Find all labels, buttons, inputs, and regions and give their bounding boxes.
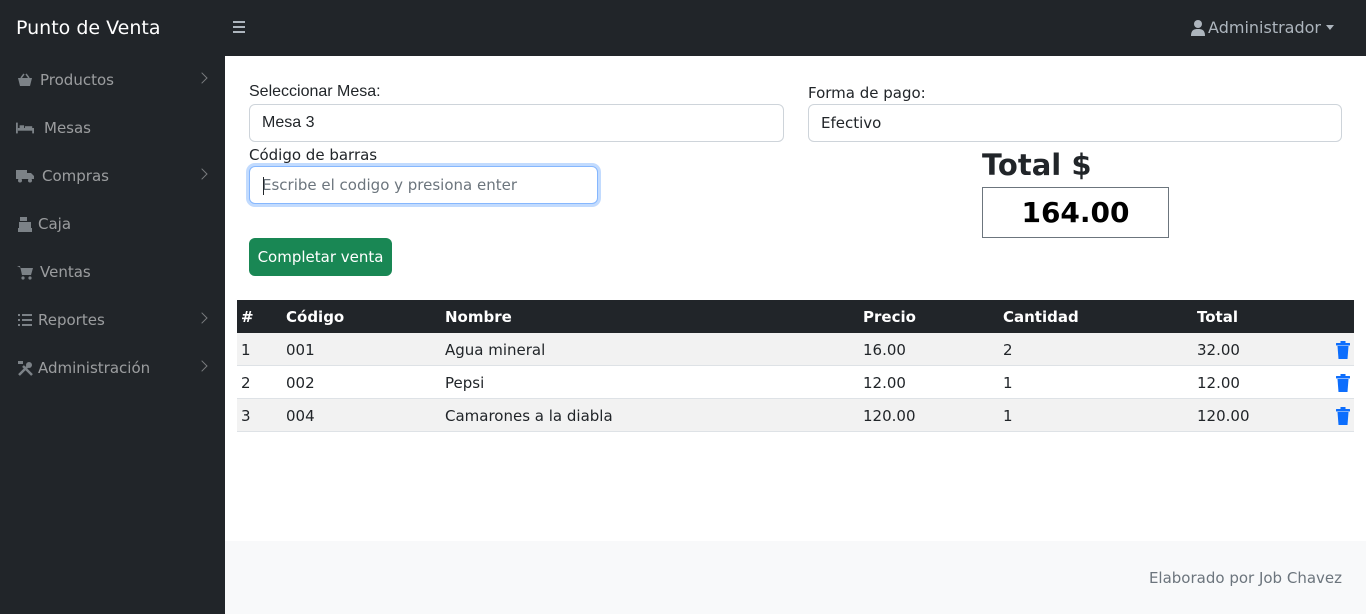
sidebar-toggle-icon[interactable]	[233, 18, 247, 38]
footer: Elaborado por Job Chavez	[225, 541, 1366, 614]
sidebar-item-label: Administración	[38, 359, 151, 377]
chevron-right-icon	[196, 168, 208, 180]
sidebar-item-compras[interactable]: Compras	[0, 156, 225, 196]
top-navbar: Punto de Venta Administrador	[0, 0, 1366, 56]
sidebar-item-label: Productos	[40, 71, 114, 89]
table-cell: 2	[1003, 341, 1013, 359]
table-cell: 002	[286, 374, 315, 392]
trash-icon[interactable]	[1335, 407, 1351, 425]
text-cursor	[263, 177, 264, 195]
bed-icon	[16, 119, 34, 137]
sidebar-item-label: Mesas	[44, 119, 91, 137]
table-row: 1 001 Agua mineral 16.00 2 32.00	[237, 333, 1354, 366]
table-cell: Pepsi	[445, 374, 485, 392]
table-cell: 120.00	[863, 407, 916, 425]
table-cell: 1	[1003, 374, 1013, 392]
user-menu[interactable]: Administrador	[1191, 18, 1334, 37]
table-cell: 12.00	[863, 374, 906, 392]
sidebar-item-administracion[interactable]: Administración	[0, 348, 225, 388]
chevron-right-icon	[196, 312, 208, 324]
barcode-input[interactable]	[262, 176, 597, 194]
brand-title[interactable]: Punto de Venta	[16, 17, 160, 39]
table-row: 3 004 Camarones a la diabla 120.00 1 120…	[237, 399, 1354, 432]
sidebar-item-label: Compras	[42, 167, 109, 185]
table-cell: 001	[286, 341, 315, 359]
barcode-label: Código de barras	[249, 146, 378, 164]
sidebar: Productos Mesas Compras Caja Ventas Repo…	[0, 56, 225, 614]
pago-select[interactable]: Efectivo	[808, 104, 1342, 142]
total-title: Total $	[982, 148, 1092, 182]
user-name: Administrador	[1208, 18, 1321, 37]
sidebar-item-label: Ventas	[40, 263, 91, 281]
sidebar-item-productos[interactable]: Productos	[0, 60, 225, 100]
basket-icon	[16, 71, 34, 89]
table-row: 2 002 Pepsi 12.00 1 12.00	[237, 366, 1354, 399]
sidebar-item-reportes[interactable]: Reportes	[0, 300, 225, 340]
header-cell: Cantidad	[1003, 308, 1079, 326]
header-cell: Nombre	[445, 308, 512, 326]
pago-label: Forma de pago:	[808, 84, 926, 102]
table-cell: Agua mineral	[445, 341, 546, 359]
sale-items-table: # Código Nombre Precio Cantidad Total 1 …	[237, 300, 1354, 432]
header-cell: Total	[1197, 308, 1238, 326]
table-cell: 12.00	[1197, 374, 1240, 392]
table-cell: 3	[241, 407, 251, 425]
trash-icon[interactable]	[1335, 341, 1351, 359]
chevron-right-icon	[196, 360, 208, 372]
sidebar-item-label: Caja	[38, 215, 72, 233]
header-cell: Código	[286, 308, 345, 326]
footer-credit: Elaborado por Job Chavez	[1148, 569, 1342, 587]
sidebar-item-mesas[interactable]: Mesas	[0, 108, 225, 148]
table-cell: 1	[241, 341, 251, 359]
sidebar-item-ventas[interactable]: Ventas	[0, 252, 225, 292]
total-value: 164.00	[982, 187, 1169, 238]
user-icon	[1191, 19, 1206, 36]
cash-register-icon	[16, 215, 34, 233]
chevron-down-icon	[1326, 25, 1334, 30]
table-cell: 120.00	[1197, 407, 1250, 425]
trash-icon[interactable]	[1335, 374, 1351, 392]
complete-sale-button[interactable]: Completar venta	[249, 238, 392, 276]
mesa-select[interactable]: Mesa 3	[249, 104, 784, 142]
table-cell: Camarones a la diabla	[445, 407, 613, 425]
header-cell: #	[241, 308, 254, 326]
table-cell: 004	[286, 407, 315, 425]
header-cell: Precio	[863, 308, 916, 326]
table-cell: 2	[241, 374, 251, 392]
table-cell: 1	[1003, 407, 1013, 425]
barcode-field-wrapper	[249, 166, 598, 204]
shopping-cart-icon	[16, 263, 34, 281]
sidebar-item-label: Reportes	[38, 311, 105, 329]
mesa-label: Seleccionar Mesa:	[249, 83, 381, 100]
tools-icon	[16, 359, 34, 377]
list-icon	[16, 311, 34, 329]
table-cell: 32.00	[1197, 341, 1240, 359]
chevron-right-icon	[196, 72, 208, 84]
table-header: # Código Nombre Precio Cantidad Total	[237, 300, 1354, 333]
truck-icon	[16, 167, 34, 185]
sidebar-item-caja[interactable]: Caja	[0, 204, 225, 244]
table-cell: 16.00	[863, 341, 906, 359]
